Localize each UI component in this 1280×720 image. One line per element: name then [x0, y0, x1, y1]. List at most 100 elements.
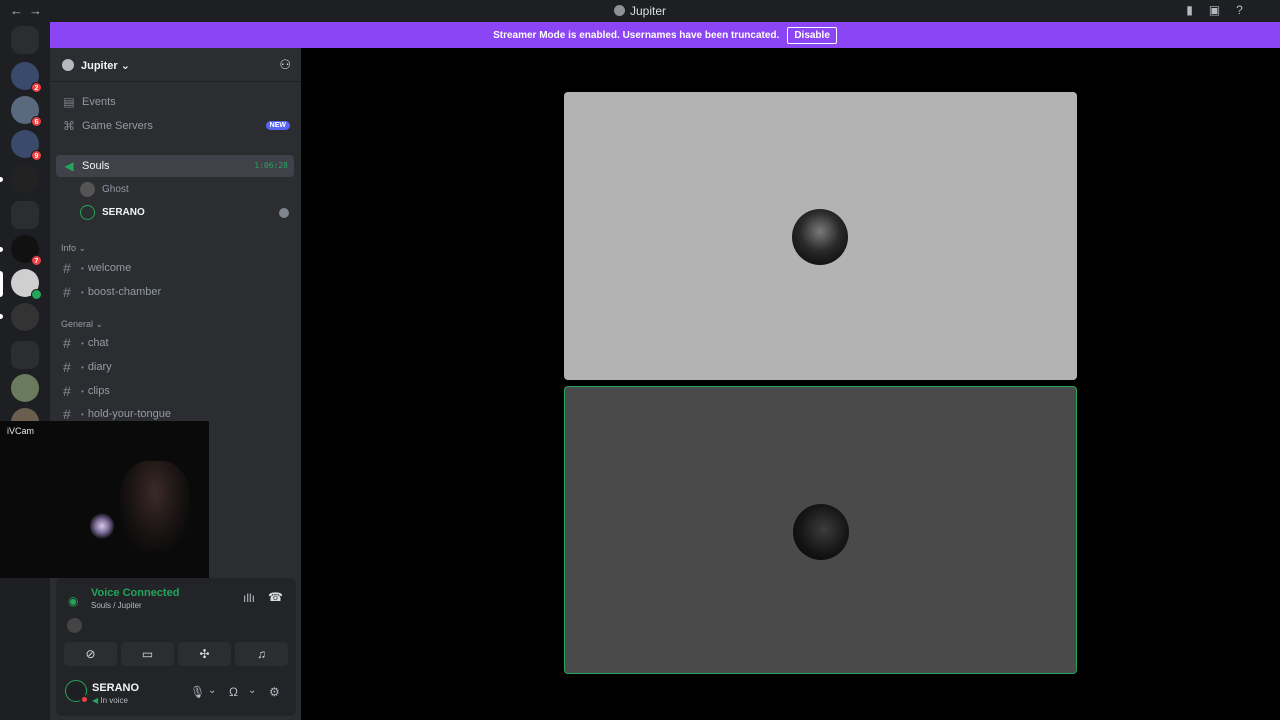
voice-channel-souls[interactable]: ◀ Souls 1:06:28 [56, 155, 294, 177]
avatar [80, 181, 95, 197]
hash-icon: # [63, 406, 71, 422]
channel-diary[interactable]: # • diary [56, 356, 294, 378]
category-info[interactable]: Info ⌄ [61, 243, 86, 254]
user-name[interactable]: SERANO [92, 682, 139, 694]
voice-member[interactable]: Ghost [80, 179, 129, 199]
microphone-icon[interactable]: 🎙 [190, 685, 205, 699]
inbox-icon[interactable]: ▣ [1208, 4, 1221, 17]
avatar [793, 504, 849, 560]
avatar [80, 204, 95, 220]
server-icon-5[interactable]: 7 [11, 235, 42, 266]
chevron-down-icon: ⌄ [95, 319, 104, 329]
screen-share-button[interactable]: ▭ [121, 642, 174, 666]
connection-icon[interactable]: ◉ [68, 594, 78, 608]
webcam-overlay: iVCam [0, 421, 209, 578]
chevron-down-icon[interactable]: ⌄ [208, 685, 216, 696]
status-icon [279, 208, 289, 218]
game-servers-label: Game Servers [82, 120, 153, 132]
disconnect-icon[interactable]: ☎ [268, 590, 283, 604]
events-item[interactable]: ▤ Events [56, 91, 294, 113]
webcam-light [90, 513, 114, 539]
user-status: ◀ In voice [92, 696, 128, 705]
server-icon-jupiter[interactable] [11, 269, 42, 300]
unread-indicator [0, 177, 3, 182]
voice-actions: ⊘ ▭ ✣ ♫ [64, 642, 288, 666]
server-name[interactable]: Jupiter ⌄ [81, 59, 130, 72]
server-icon-1[interactable]: 2 [11, 62, 42, 93]
video-tile-ghost[interactable] [564, 92, 1077, 380]
avatar [792, 209, 848, 265]
status-icon [80, 695, 89, 704]
headphones-icon[interactable]: Ω [229, 685, 238, 699]
soundboard-button[interactable]: ♫ [235, 642, 288, 666]
webcam-person [120, 461, 190, 551]
video-tile-serano[interactable] [564, 386, 1077, 674]
mention-badge: 9 [31, 150, 42, 161]
avatar[interactable] [67, 618, 82, 633]
streamer-mode-banner: Streamer Mode is enabled. Usernames have… [50, 22, 1280, 48]
dot-icon: • [81, 263, 84, 273]
channel-name: hold-your-tongue [87, 408, 171, 420]
mention-badge: 7 [31, 255, 42, 266]
gamepad-icon: ⌘ [63, 119, 75, 133]
hash-icon: # [63, 284, 71, 300]
server-icon-3[interactable]: 9 [11, 130, 42, 161]
mention-badge: 6 [31, 116, 42, 127]
channel-clips[interactable]: # • clips [56, 380, 294, 402]
mention-badge: 2 [31, 82, 42, 93]
help-icon[interactable]: ? [1233, 4, 1246, 17]
webcam-label: iVCam [7, 426, 35, 436]
hash-icon: # [63, 335, 71, 351]
speaker-icon: ◀ [64, 159, 74, 173]
title-bar: ←→ Jupiter ▮ ▣ ? [0, 0, 1280, 22]
invite-people-icon[interactable]: ⚇ [279, 57, 291, 73]
server-name-text: Jupiter [81, 60, 118, 72]
user-avatar[interactable] [65, 680, 89, 704]
voice-timer: 1:06:28 [254, 161, 288, 170]
voice-connected-subtitle[interactable]: Souls / Jupiter [91, 601, 142, 610]
folder-icon-blue[interactable] [11, 201, 39, 229]
unread-indicator [0, 247, 3, 252]
channel-name: boost-chamber [87, 286, 162, 298]
game-servers-item[interactable]: ⌘ Game Servers NEW [56, 115, 294, 137]
dot-icon: • [81, 386, 84, 396]
channel-boost-chamber[interactable]: # • boost-chamber [56, 281, 294, 303]
voice-connected-title[interactable]: Voice Connected [91, 587, 179, 599]
member-name: SERANO [102, 206, 145, 218]
streamer-mode-text: Streamer Mode is enabled. Usernames have… [493, 29, 780, 41]
server-icon-7[interactable] [11, 374, 39, 402]
events-label: Events [82, 96, 116, 108]
window-title-text: Jupiter [629, 4, 667, 18]
channel-name: clips [87, 385, 110, 397]
channel-name: chat [87, 337, 109, 349]
channel-name: welcome [87, 262, 132, 274]
camera-off-button[interactable]: ⊘ [64, 642, 117, 666]
server-icon [613, 5, 625, 16]
gear-icon[interactable]: ⚙ [269, 685, 280, 699]
channel-welcome[interactable]: # • welcome [56, 257, 294, 279]
hash-icon: # [63, 260, 71, 276]
bookmark-icon[interactable]: ▮ [1183, 4, 1196, 17]
dot-icon: • [81, 362, 84, 372]
server-icon-2[interactable]: 6 [11, 96, 42, 127]
unread-indicator [0, 314, 3, 319]
server-icon-6[interactable] [11, 303, 39, 331]
chevron-down-icon[interactable]: ⌄ [248, 685, 256, 696]
channel-chat[interactable]: # • chat [56, 332, 294, 354]
category-label: Info [61, 243, 77, 253]
chevron-down-icon: ⌄ [120, 60, 130, 72]
folder-icon-yellow[interactable] [11, 341, 39, 369]
voice-member[interactable]: SERANO [80, 202, 145, 222]
discord-home-icon[interactable] [11, 26, 39, 54]
user-bar: SERANO ◀ In voice 🎙 ⌄ Ω ⌄ ⚙ [56, 674, 296, 714]
disable-streamer-button[interactable]: Disable [787, 26, 837, 44]
noise-suppression-icon[interactable]: ıllı [243, 591, 255, 605]
voice-icon: ◀ [92, 696, 99, 705]
activities-button[interactable]: ✣ [178, 642, 231, 666]
member-name: Ghost [102, 183, 129, 195]
server-header[interactable]: Jupiter ⌄ ⚇ [50, 48, 301, 82]
channel-name: diary [87, 361, 112, 373]
server-settings-icon [62, 59, 74, 71]
server-icon-4[interactable] [11, 165, 39, 193]
category-general[interactable]: General ⌄ [61, 319, 103, 330]
